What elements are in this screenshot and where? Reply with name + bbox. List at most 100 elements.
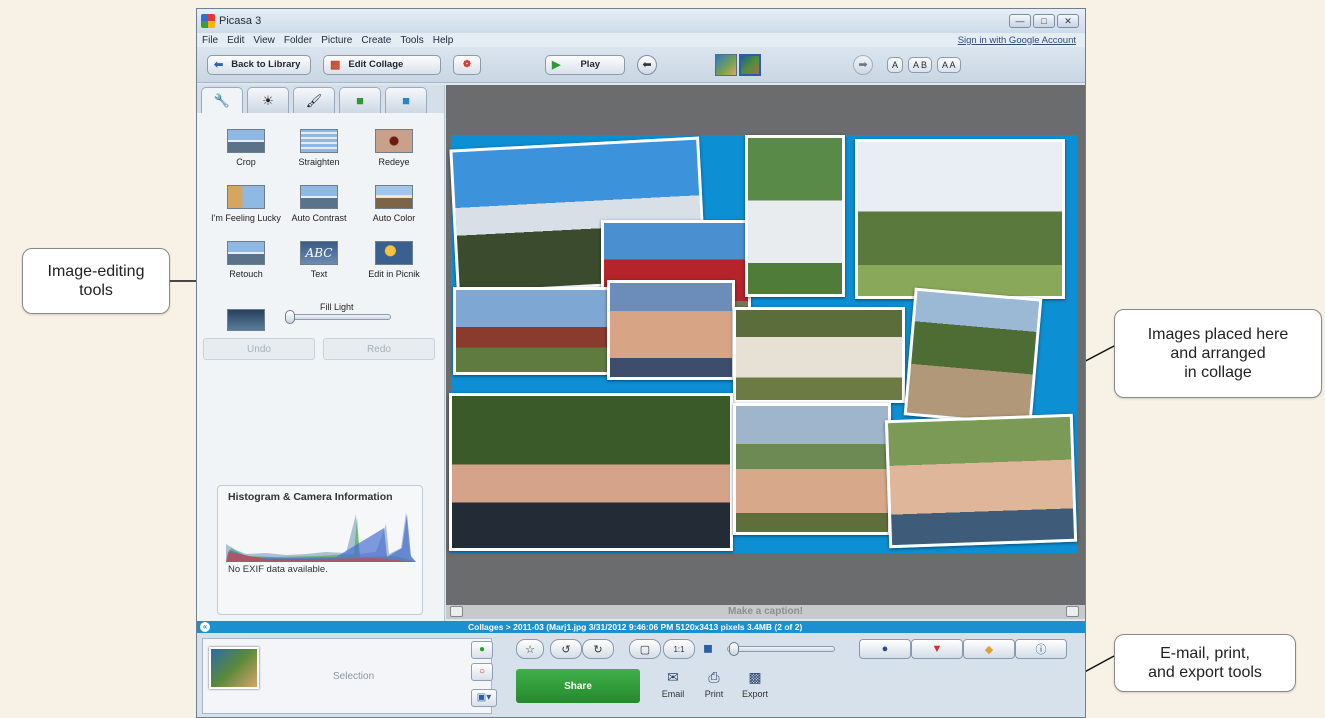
back-to-library-button[interactable]: ⬅ Back to Library — [207, 54, 311, 75]
tab-basic-fixes[interactable]: 🔧 — [201, 87, 243, 113]
fill-light-slider-knob[interactable] — [285, 310, 295, 324]
menu-picture[interactable]: Picture — [321, 35, 352, 46]
email-label: Email — [661, 689, 685, 699]
im-feeling-lucky-tool[interactable]: I'm Feeling Lucky — [206, 185, 286, 223]
email-button[interactable]: ✉ Email — [653, 669, 693, 699]
sun-icon: ☀ — [262, 92, 274, 108]
collage-photo-flagpole[interactable] — [855, 139, 1065, 299]
straighten-icon — [300, 129, 338, 153]
tab-effects-2[interactable]: ■ — [339, 87, 381, 113]
text-layout-a[interactable]: A — [887, 56, 904, 73]
menu-bar: File Edit View Folder Picture Create Too… — [197, 33, 1085, 47]
clear-selection-button[interactable]: ○ — [471, 663, 493, 681]
text-layout-aa[interactable]: A A — [937, 56, 961, 73]
caption-trash-icon[interactable] — [1066, 606, 1079, 617]
text-layout-ab[interactable]: A B — [908, 56, 933, 73]
zoom-slider-knob[interactable] — [729, 642, 739, 656]
edit-in-picnik-tool[interactable]: Edit in Picnik — [354, 241, 434, 279]
crop-tool[interactable]: Crop — [206, 129, 286, 167]
blue-brush-icon: ■ — [402, 93, 410, 108]
menu-folder[interactable]: Folder — [284, 35, 312, 46]
collage-canvas[interactable]: Make a caption! — [446, 85, 1085, 619]
caption-bar: Make a caption! — [446, 605, 1085, 619]
zoom-icon: ◼ — [703, 641, 713, 655]
places-button[interactable]: ▼ — [911, 639, 963, 659]
wrench-icon: 🔧 — [213, 92, 231, 108]
auto-contrast-tool[interactable]: Auto Contrast — [279, 185, 359, 223]
print-button[interactable]: ⎙ Print — [694, 669, 734, 699]
undo-button[interactable]: Undo — [203, 338, 315, 360]
collage-photo-boys-caps[interactable] — [607, 280, 735, 380]
effects-button[interactable]: ❁ — [453, 54, 481, 75]
collage-photo-graduation[interactable] — [449, 393, 733, 551]
tab-effects[interactable]: 🖌 — [293, 87, 335, 113]
selection-box[interactable]: Selection — [202, 638, 492, 714]
previous-photo-button[interactable]: ⬅ — [637, 54, 657, 75]
export-button[interactable]: ▩ Export — [735, 669, 775, 699]
selection-label: Selection — [333, 671, 375, 682]
single-view-button[interactable]: ▢ — [629, 639, 661, 659]
auto-color-tool[interactable]: Auto Color — [354, 185, 434, 223]
share-button[interactable]: Share — [516, 669, 640, 703]
selection-thumbnail[interactable] — [209, 647, 259, 689]
menu-file[interactable]: File — [202, 35, 218, 46]
hold-pin-button[interactable]: ● — [471, 641, 493, 659]
add-to-album-button[interactable]: ▣▾ — [471, 689, 497, 707]
crop-label: Crop — [236, 157, 256, 167]
zoom-slider[interactable] — [727, 646, 835, 652]
menu-edit[interactable]: Edit — [227, 35, 244, 46]
map-pin-icon: ▼ — [931, 643, 943, 655]
right-arrow-icon: ➡ — [858, 59, 868, 71]
edit-collage-button[interactable]: ▩ Edit Collage — [323, 54, 441, 75]
collage-photo-mountains[interactable] — [733, 403, 891, 535]
histogram-title: Histogram & Camera Information — [228, 491, 393, 503]
collage-area[interactable] — [449, 135, 1078, 553]
lucky-label: I'm Feeling Lucky — [211, 213, 281, 223]
star-button[interactable]: ☆ — [516, 639, 544, 659]
collage-photo-hikers[interactable] — [903, 287, 1043, 427]
collage-photo-church[interactable] — [453, 287, 613, 375]
play-label: Play — [580, 59, 601, 70]
rotate-right-button[interactable]: ↻ — [582, 639, 614, 659]
next-photo-button[interactable]: ➡ — [853, 54, 873, 75]
text-label: Text — [310, 269, 328, 279]
collage-photo-graduate-dress[interactable] — [745, 135, 845, 297]
collage-photo-stadium[interactable] — [733, 307, 905, 403]
actual-size-button[interactable]: 1:1 — [663, 639, 695, 659]
color-icon — [375, 185, 413, 209]
print-label: Print — [704, 689, 724, 699]
rotate-left-button[interactable]: ↺ — [550, 639, 582, 659]
menu-help[interactable]: Help — [433, 35, 454, 46]
menu-tools[interactable]: Tools — [400, 35, 423, 46]
tab-tuning[interactable]: ☀ — [247, 87, 289, 113]
caption-input[interactable]: Make a caption! — [446, 606, 1085, 617]
redeye-tool[interactable]: Redeye — [354, 129, 434, 167]
tags-button[interactable]: ◆ — [963, 639, 1015, 659]
picasa-logo-icon — [201, 14, 215, 28]
title-bar: Picasa 3 — □ ✕ — [197, 9, 1085, 33]
play-button[interactable]: ▶ Play — [545, 54, 625, 75]
sign-in-link[interactable]: Sign in with Google Account — [958, 35, 1076, 46]
printer-icon: ⎙ — [708, 669, 720, 685]
rotate-left-icon: ↺ — [561, 643, 571, 656]
redo-button[interactable]: Redo — [323, 338, 435, 360]
status-text: Collages > 2011-03 (Marj1.jpg 3/31/2012 … — [468, 622, 803, 632]
straighten-tool[interactable]: Straighten — [279, 129, 359, 167]
text-tool[interactable]: ABC Text — [279, 241, 359, 279]
minimize-button[interactable]: — — [1009, 14, 1031, 28]
maximize-button[interactable]: □ — [1033, 14, 1055, 28]
collapse-tray-icon[interactable]: « — [200, 622, 210, 632]
retouch-tool[interactable]: Retouch — [206, 241, 286, 279]
filmstrip-thumb-1[interactable] — [715, 53, 737, 76]
properties-button[interactable]: ⓘ — [1015, 639, 1067, 659]
close-button[interactable]: ✕ — [1057, 14, 1079, 28]
people-button[interactable]: ● — [859, 639, 911, 659]
collage-photo-garden-trio[interactable] — [884, 413, 1078, 549]
menu-create[interactable]: Create — [361, 35, 391, 46]
tab-effects-3[interactable]: ■ — [385, 87, 427, 113]
fill-light-slider[interactable] — [287, 314, 391, 320]
filmstrip-thumb-2[interactable] — [739, 53, 761, 76]
filmstrip-thumbnails[interactable] — [715, 53, 761, 76]
menu-view[interactable]: View — [253, 35, 275, 46]
eye-icon — [375, 129, 413, 153]
